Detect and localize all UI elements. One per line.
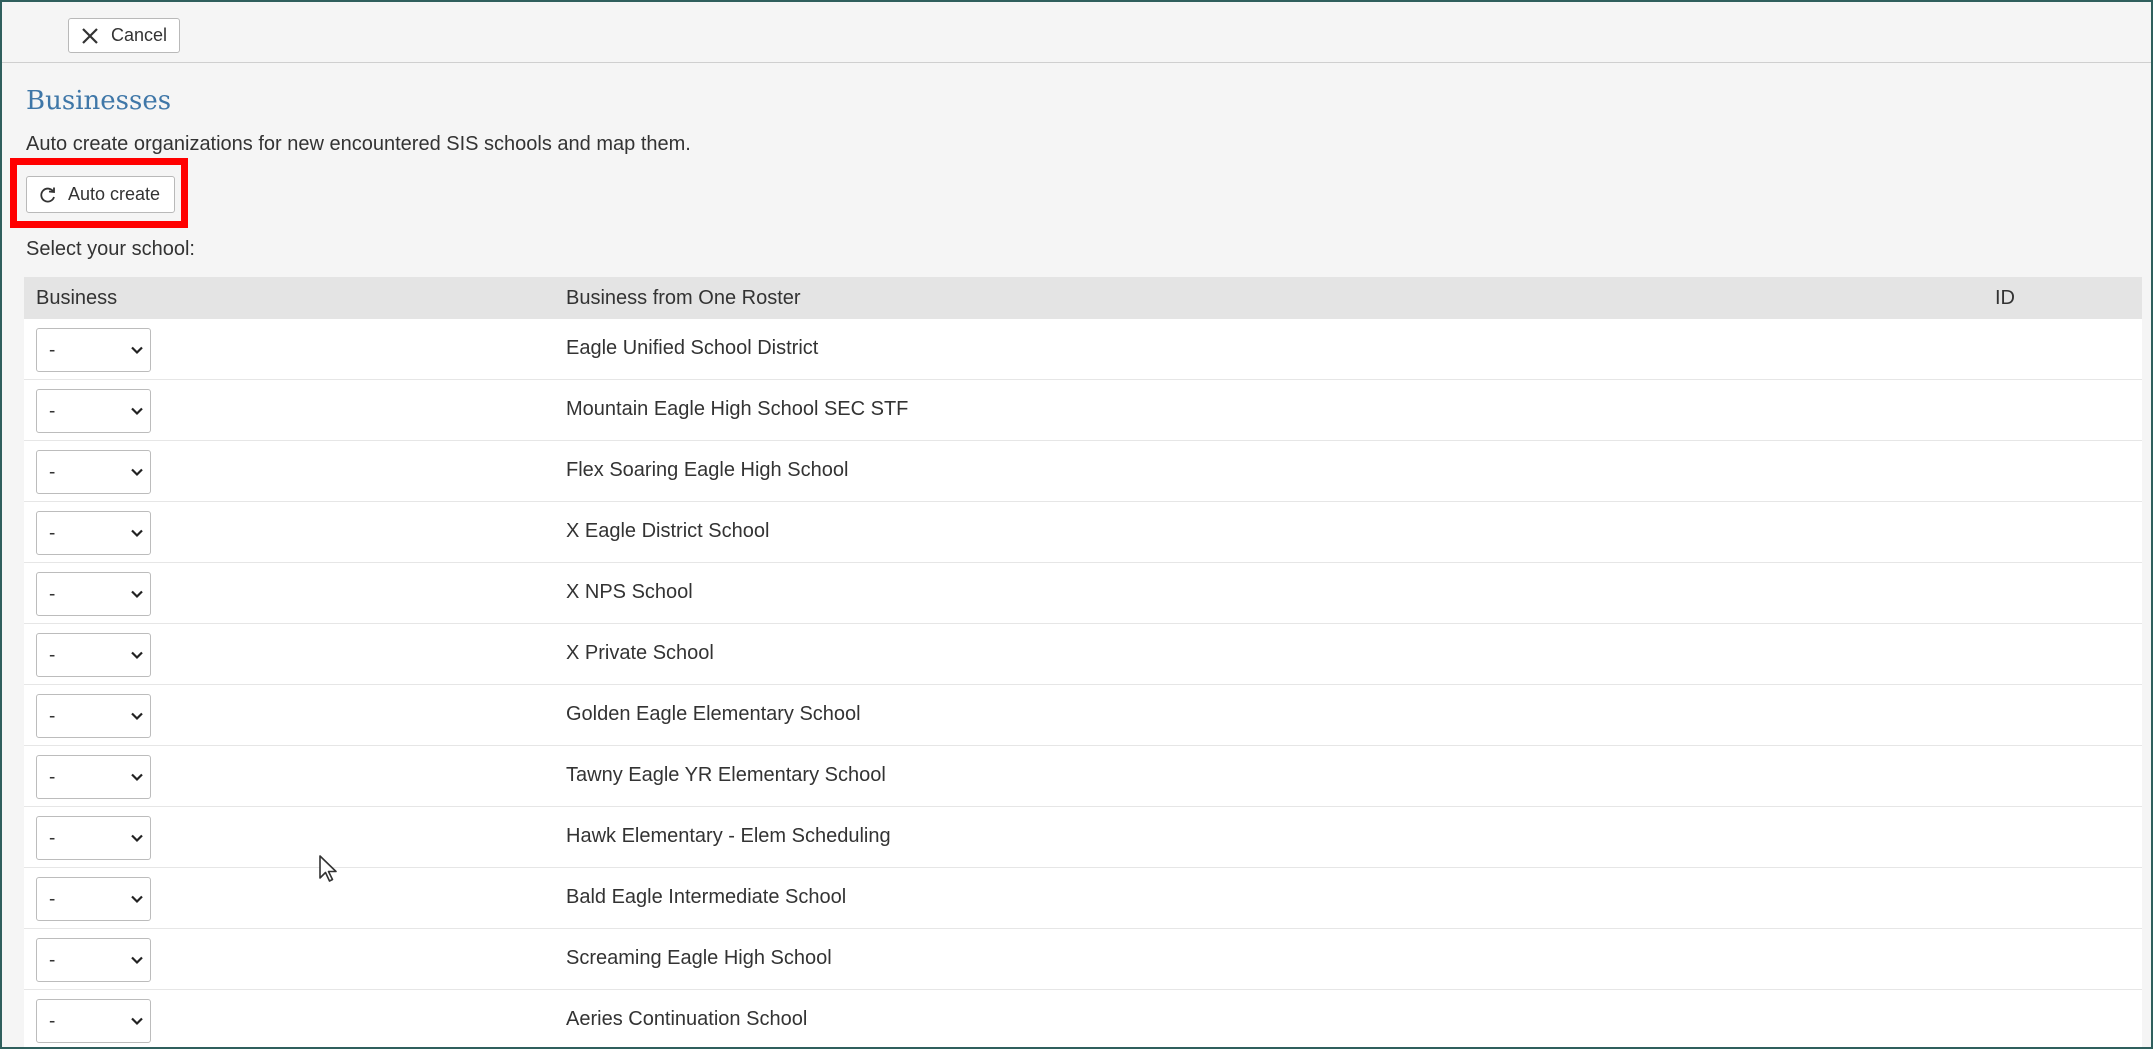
chevron-down-icon: [130, 526, 144, 540]
one-roster-business-name: X Private School: [566, 642, 714, 664]
one-roster-business-name: Eagle Unified School District: [566, 337, 819, 359]
business-select[interactable]: -: [36, 999, 151, 1043]
chevron-down-icon: [130, 1014, 144, 1028]
table-row: - Screaming Eagle High School: [24, 929, 2142, 990]
table-row: - Eagle Unified School District: [24, 319, 2142, 380]
business-select-value: -: [49, 645, 56, 666]
chevron-down-icon: [130, 709, 144, 723]
table-row: - X Eagle District School: [24, 502, 2142, 563]
business-select-value: -: [49, 523, 56, 544]
business-select[interactable]: -: [36, 389, 151, 433]
table-row: - Flex Soaring Eagle High School: [24, 441, 2142, 502]
business-select-value: -: [49, 584, 56, 605]
chevron-down-icon: [130, 343, 144, 357]
one-roster-business-name: Golden Eagle Elementary School: [566, 703, 861, 725]
one-roster-business-name: X Eagle District School: [566, 520, 770, 542]
business-select[interactable]: -: [36, 572, 151, 616]
one-roster-business-name: X NPS School: [566, 581, 693, 603]
business-select-value: -: [49, 462, 56, 483]
one-roster-business-name: Mountain Eagle High School SEC STF: [566, 398, 909, 420]
business-select-value: -: [49, 706, 56, 727]
business-select[interactable]: -: [36, 633, 151, 677]
mouse-cursor-icon: [318, 854, 340, 889]
business-select-value: -: [49, 401, 56, 422]
cancel-button[interactable]: Cancel: [68, 18, 180, 53]
header-id: ID: [1995, 287, 2015, 309]
select-school-label: Select your school:: [26, 238, 195, 260]
table-row: - Aeries Continuation School: [24, 990, 2142, 1047]
business-select-value: -: [49, 889, 56, 910]
chevron-down-icon: [130, 465, 144, 479]
one-roster-business-name: Flex Soaring Eagle High School: [566, 459, 849, 481]
table-row: - Bald Eagle Intermediate School: [24, 868, 2142, 929]
business-select[interactable]: -: [36, 816, 151, 860]
business-select[interactable]: -: [36, 450, 151, 494]
close-icon: [81, 27, 99, 45]
header-business: Business: [36, 287, 118, 309]
business-select[interactable]: -: [36, 694, 151, 738]
business-select-value: -: [49, 950, 56, 971]
header-business-from-one-roster: Business from One Roster: [566, 287, 801, 309]
cancel-button-label: Cancel: [111, 25, 168, 45]
business-select[interactable]: -: [36, 511, 151, 555]
table-row: - X NPS School: [24, 563, 2142, 624]
chevron-down-icon: [130, 892, 144, 906]
business-select-value: -: [49, 767, 56, 788]
business-select-value: -: [49, 340, 56, 361]
chevron-down-icon: [130, 587, 144, 601]
chevron-down-icon: [130, 770, 144, 784]
chevron-down-icon: [130, 953, 144, 967]
business-select[interactable]: -: [36, 328, 151, 372]
table-row: - Hawk Elementary - Elem Scheduling: [24, 807, 2142, 868]
one-roster-business-name: Bald Eagle Intermediate School: [566, 886, 847, 908]
business-select[interactable]: -: [36, 755, 151, 799]
business-select[interactable]: -: [36, 938, 151, 982]
business-select[interactable]: -: [36, 877, 151, 921]
section-description: Auto create organizations for new encoun…: [26, 133, 691, 155]
chevron-down-icon: [130, 648, 144, 662]
business-select-value: -: [49, 828, 56, 849]
business-select-value: -: [49, 1011, 56, 1032]
toolbar: Cancel: [2, 2, 2151, 63]
table-row: - Mountain Eagle High School SEC STF: [24, 380, 2142, 441]
business-table: Business Business from One Roster ID - Ea…: [24, 277, 2142, 1047]
chevron-down-icon: [130, 404, 144, 418]
table-body: - Eagle Unified School District - Mountain …: [24, 319, 2142, 1047]
one-roster-business-name: Screaming Eagle High School: [566, 947, 832, 969]
chevron-down-icon: [130, 831, 144, 845]
table-row: - Tawny Eagle YR Elementary School: [24, 746, 2142, 807]
section-title: Businesses: [26, 86, 172, 116]
highlight-box: [10, 158, 188, 228]
table-row: - X Private School: [24, 624, 2142, 685]
one-roster-business-name: Tawny Eagle YR Elementary School: [566, 764, 886, 786]
table-header: Business Business from One Roster ID: [24, 277, 2142, 319]
page-frame: Cancel Businesses Auto create organizati…: [0, 0, 2153, 1049]
one-roster-business-name: Aeries Continuation School: [566, 1008, 808, 1030]
table-row: - Golden Eagle Elementary School: [24, 685, 2142, 746]
one-roster-business-name: Hawk Elementary - Elem Scheduling: [566, 825, 891, 847]
